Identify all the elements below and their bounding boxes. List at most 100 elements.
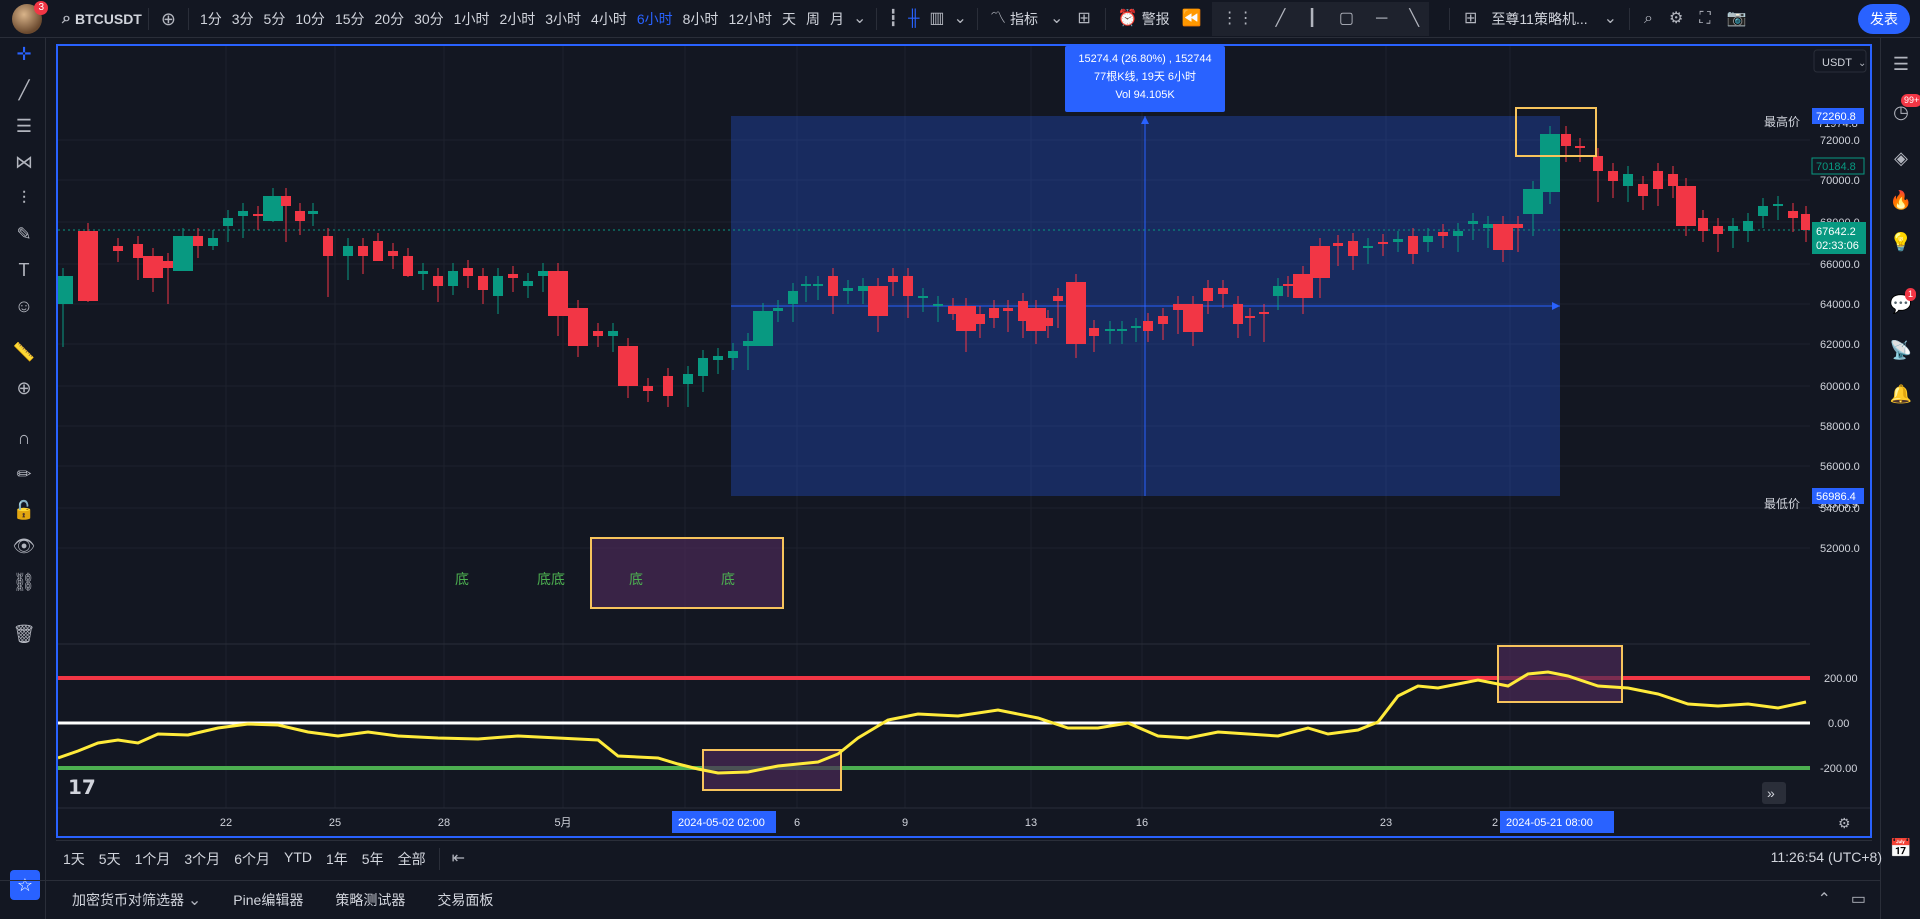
- chevron-down-icon: ⌄: [1049, 9, 1064, 27]
- rectangle-icon[interactable]: ▢: [1339, 10, 1354, 27]
- range-option[interactable]: 5年: [355, 849, 391, 869]
- emoji-icon[interactable]: ☺: [12, 294, 36, 318]
- publish-button[interactable]: 发表: [1858, 3, 1910, 34]
- highlight-box-osc-bottom[interactable]: [702, 749, 842, 791]
- ideas-bulb-icon[interactable]: 💡: [1889, 230, 1913, 254]
- timeframe-option[interactable]: 3小时: [540, 9, 586, 29]
- calendar-icon[interactable]: 📅: [1889, 836, 1913, 860]
- text-tool-icon[interactable]: T: [12, 258, 36, 282]
- countdown-value: 02:33:06: [1816, 240, 1859, 252]
- timeframe-option[interactable]: 2小时: [494, 9, 540, 29]
- ruler-icon[interactable]: 📏: [12, 340, 36, 364]
- alert-button[interactable]: ⏰ 警报: [1112, 9, 1176, 29]
- goto-date-icon[interactable]: ⇤: [446, 850, 471, 867]
- range-option[interactable]: 1天: [56, 849, 92, 869]
- timeframe-option[interactable]: 1分: [195, 9, 227, 29]
- timeframe-option[interactable]: 8小时: [678, 9, 724, 29]
- drag-handle-icon[interactable]: ⋮⋮: [1222, 10, 1254, 27]
- candle: [858, 286, 868, 291]
- chevron-down-icon[interactable]: ⌄: [950, 10, 971, 27]
- bell-icon[interactable]: 🔔: [1889, 382, 1913, 406]
- tab-trading-panel[interactable]: 交易面板: [421, 890, 509, 910]
- candle: [1698, 218, 1708, 231]
- signals-icon[interactable]: 📡: [1889, 338, 1913, 362]
- crosshair-icon[interactable]: ✛: [12, 42, 36, 66]
- axis-settings-icon[interactable]: ⚙: [1838, 815, 1851, 831]
- timeframe-option[interactable]: 15分: [330, 9, 370, 29]
- symbol-search[interactable]: ⌕ BTCUSDT: [62, 9, 142, 27]
- time-axis[interactable]: 2225285月14:006913162327: [220, 817, 1516, 829]
- trend-line-tool-icon[interactable]: ╱: [12, 78, 36, 102]
- search-icon: ⌕: [62, 9, 71, 27]
- lock-icon[interactable]: 🔓: [12, 498, 36, 522]
- highlight-box-bottom-zone[interactable]: [590, 537, 784, 609]
- candle-style-icon[interactable]: ╫: [903, 10, 924, 27]
- brush-icon[interactable]: ╲: [1409, 10, 1419, 27]
- vertical-line-icon[interactable]: ┃: [1307, 10, 1317, 27]
- projection-tool-icon[interactable]: ⫶: [12, 186, 36, 210]
- timeframe-option[interactable]: 10分: [290, 9, 330, 29]
- bottom-panel-tabs: 加密货币对筛选器 ⌄ Pine编辑器 策略测试器 交易面板 ⌃ ▭: [0, 880, 1880, 919]
- timeframe-option[interactable]: 月: [825, 9, 849, 29]
- timeframe-option[interactable]: 周: [801, 9, 825, 29]
- templates-icon[interactable]: ⊞: [1069, 10, 1098, 27]
- range-option[interactable]: 5天: [92, 849, 128, 869]
- trend-line-icon[interactable]: ╱: [1276, 10, 1286, 27]
- top-toolbar: 3 ⌕ BTCUSDT ⊕ 1分 3分 5分 10分 15分 20分 30分 1小时 2小时 3小时…: [0, 0, 1920, 38]
- indicators-label: 指标: [1009, 10, 1038, 27]
- candle: [1513, 224, 1523, 228]
- pattern-tool-icon[interactable]: ⋈: [12, 150, 36, 174]
- timeframe-option[interactable]: 30分: [409, 9, 449, 29]
- timeframe-option[interactable]: 5分: [259, 9, 291, 29]
- chart-canvas[interactable]: 底 底底 底 底 72000.070000.068000.066000.0640…: [58, 46, 1870, 836]
- chevron-down-icon[interactable]: ⌄: [849, 10, 870, 27]
- clock[interactable]: 11:26:54 (UTC+8): [1771, 849, 1882, 865]
- layers-icon[interactable]: ◈: [1889, 146, 1913, 170]
- range-option[interactable]: 1个月: [128, 849, 178, 869]
- tab-strategy-tester[interactable]: 策略测试器: [319, 890, 421, 910]
- bar-style-icon[interactable]: ┇: [883, 10, 903, 27]
- trash-icon[interactable]: 🗑: [12, 622, 36, 646]
- price-tick: 64000.0: [1820, 299, 1860, 311]
- timeframe-option[interactable]: 1小时: [449, 9, 495, 29]
- layout-name-button[interactable]: 至尊11策略机... ⌄: [1485, 9, 1623, 29]
- hotlist-fire-icon[interactable]: 🔥: [1889, 188, 1913, 212]
- link-icon[interactable]: ⛓: [12, 570, 36, 594]
- range-option[interactable]: 1年: [319, 849, 355, 869]
- fullscreen-icon[interactable]: ⛶: [1691, 10, 1718, 27]
- replay-icon[interactable]: ⏪: [1176, 10, 1208, 27]
- camera-icon[interactable]: 📷: [1719, 10, 1755, 27]
- timeframe-option[interactable]: 4小时: [586, 9, 632, 29]
- divider: [876, 7, 878, 30]
- candle: [888, 276, 898, 282]
- tab-pine-editor[interactable]: Pine编辑器: [217, 890, 319, 910]
- add-symbol-icon[interactable]: ⊕: [155, 10, 182, 28]
- timeframe-option[interactable]: 20分: [370, 9, 410, 29]
- chevron-up-icon[interactable]: ⌃: [1807, 892, 1840, 908]
- indicators-button[interactable]: 〽指标 ⌄: [984, 9, 1069, 29]
- range-option[interactable]: 3个月: [177, 849, 227, 869]
- timeframe-option[interactable]: 3分: [227, 9, 259, 29]
- watchlist-icon[interactable]: ☰: [1889, 52, 1913, 76]
- range-option[interactable]: 全部: [391, 849, 433, 869]
- brush-tool-icon[interactable]: ✎: [12, 222, 36, 246]
- fib-retracement-icon[interactable]: ☰: [12, 114, 36, 138]
- user-avatar[interactable]: 3: [12, 0, 48, 34]
- maximize-panel-icon[interactable]: ▭: [1841, 892, 1880, 908]
- horizontal-ray-icon[interactable]: ─: [1376, 10, 1387, 27]
- settings-gear-icon[interactable]: ⚙: [1661, 10, 1691, 27]
- quick-search-icon[interactable]: ⌕: [1636, 10, 1661, 27]
- magnet-icon[interactable]: ∩: [12, 426, 36, 450]
- tab-screener[interactable]: 加密货币对筛选器 ⌄: [56, 890, 217, 910]
- timeframe-option[interactable]: 天: [777, 9, 801, 29]
- eye-icon[interactable]: 👁: [12, 534, 36, 558]
- lock-drawing-icon[interactable]: ✏: [12, 462, 36, 486]
- columns-style-icon[interactable]: ▥: [924, 10, 949, 27]
- chart-pane[interactable]: 底 底底 底 底 72000.070000.068000.066000.0640…: [56, 44, 1872, 838]
- range-option[interactable]: 6个月: [227, 849, 277, 869]
- timeframe-option[interactable]: 6小时: [632, 9, 678, 29]
- layout-grid-icon[interactable]: ⊞: [1456, 10, 1485, 27]
- range-option[interactable]: YTD: [277, 849, 319, 869]
- zoom-in-icon[interactable]: ⊕: [12, 376, 36, 400]
- timeframe-option[interactable]: 12小时: [723, 9, 777, 29]
